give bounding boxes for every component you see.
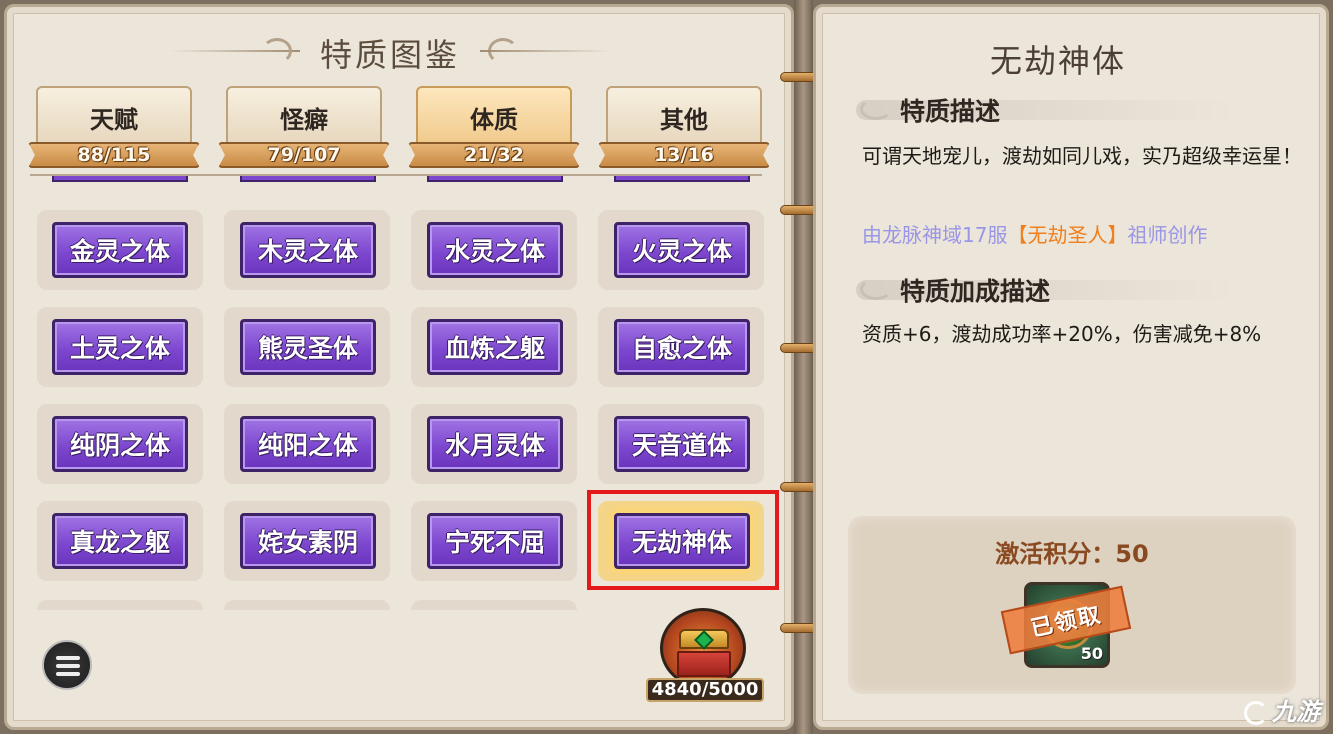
chest-body [677,651,731,677]
description-heading: 特质描述 [856,92,1296,126]
watermark-logo-icon [1244,701,1268,725]
tab-label: 其他 [660,106,708,134]
tab-label: 天赋 [90,106,138,134]
trait-button[interactable]: 火灵之体 [614,222,750,278]
site-watermark: 九游 [1244,692,1330,730]
trait-button[interactable]: 天音道体 [614,416,750,472]
menu-line [56,672,80,676]
trait-button[interactable]: 姹女素阴 [240,513,376,569]
bonus-heading-text: 特质加成描述 [900,277,1051,306]
treasure-chest-icon[interactable] [660,608,746,688]
trait-cell-partial [224,600,390,610]
trait-button[interactable]: 熊灵圣体 [240,319,376,375]
trait-button[interactable]: 水月灵体 [427,416,563,472]
trait-button[interactable]: 血炼之躯 [427,319,563,375]
watermark-text: 九游 [1272,698,1320,726]
tab-label: 怪癖 [280,106,328,134]
tab-count: 13/16 [654,144,714,166]
trait-origin: 由龙脉神域17服【无劫圣人】祖师创作 [862,220,1310,250]
tab-count: 79/107 [267,144,341,166]
tab-label: 体质 [470,106,518,134]
cloud-swirl-icon [860,98,892,120]
origin-creator: 【无劫圣人】 [1007,223,1128,247]
menu-line [56,656,80,660]
selection-highlight-box [587,490,779,590]
trait-description: 可谓天地宠儿，渡劫如同儿戏，实乃超级幸运星！ [862,144,1302,168]
cloud-swirl-icon [262,38,292,64]
tab-count: 21/32 [464,144,524,166]
tab-constitution[interactable]: 体质 21/32 [408,86,580,172]
trait-button[interactable]: 金灵之体 [52,222,188,278]
book-title: 特质图鉴 [319,36,460,74]
title-ornament-line [480,50,610,52]
trait-button[interactable]: 纯阳之体 [240,416,376,472]
tab-talent[interactable]: 天赋 88/115 [28,86,200,172]
trait-button[interactable]: 自愈之体 [614,319,750,375]
trait-button[interactable]: 纯阴之体 [52,416,188,472]
reward-quantity: 50 [1080,644,1103,663]
chest-progress: 4840/5000 [646,678,764,702]
bonus-heading: 特质加成描述 [856,272,1296,306]
activation-points: 激活积分：50 [995,540,1149,568]
origin-prefix: 由龙脉神域17服 [862,223,1008,247]
tab-other[interactable]: 其他 13/16 [598,86,770,172]
cloud-swirl-icon [860,278,892,300]
menu-list-icon[interactable] [42,640,92,690]
trait-cell-partial [411,600,577,610]
trait-button[interactable]: 土灵之体 [52,319,188,375]
book-title-banner: 特质图鉴 [170,28,610,74]
trait-bonus: 资质+6，渡劫成功率+20%，伤害减免+8% [862,322,1262,346]
tab-count: 88/115 [77,144,151,166]
trait-button-partial[interactable] [52,176,188,182]
trait-button[interactable]: 木灵之体 [240,222,376,278]
trait-detail-title: 无劫神体 [990,42,1127,80]
trait-button-partial[interactable] [427,176,563,182]
description-heading-text: 特质描述 [900,97,1001,126]
trait-button-partial[interactable] [240,176,376,182]
trait-button-partial[interactable] [614,176,750,182]
trait-button[interactable]: 宁死不屈 [427,513,563,569]
menu-line [56,664,80,668]
origin-suffix: 祖师创作 [1127,223,1208,247]
trait-cell-partial [37,600,203,610]
trait-button[interactable]: 水灵之体 [427,222,563,278]
trait-button[interactable]: 真龙之躯 [52,513,188,569]
tab-quirk[interactable]: 怪癖 79/107 [218,86,390,172]
